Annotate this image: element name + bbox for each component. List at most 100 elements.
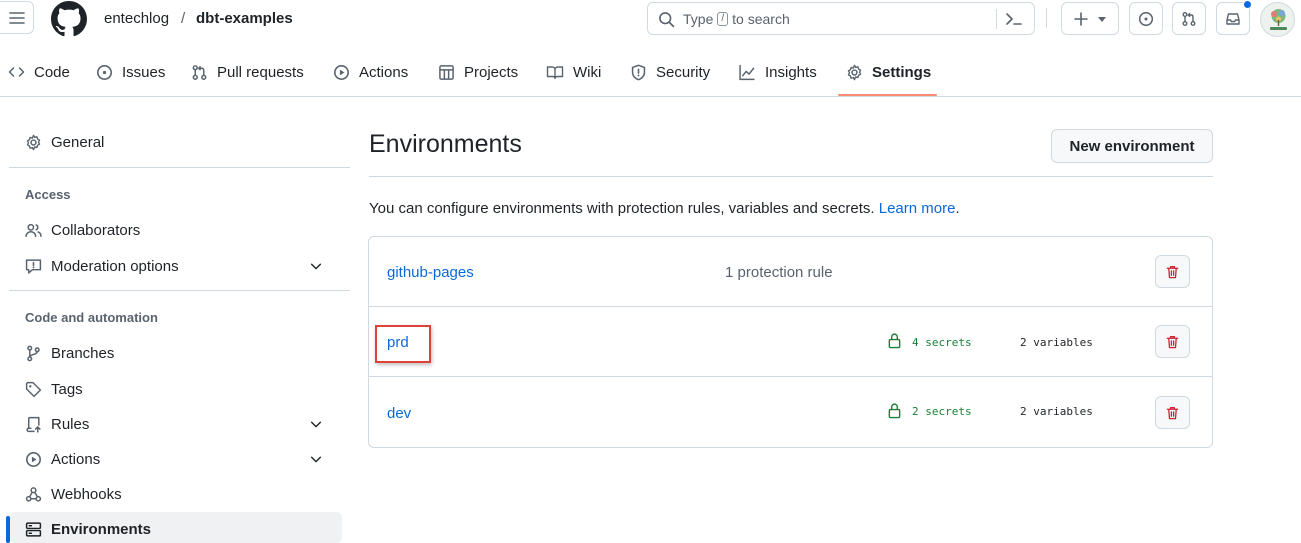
chevron-down-icon[interactable] [309, 259, 332, 273]
sidebar-item-webhooks[interactable]: Webhooks [25, 479, 342, 509]
avatar[interactable] [1260, 2, 1295, 37]
your-issues-button[interactable] [1129, 2, 1163, 35]
new-environment-button[interactable]: New environment [1051, 129, 1213, 163]
tab-insights-label: Insights [765, 63, 817, 81]
sidebar-item-collaborators[interactable]: Collaborators [25, 215, 342, 245]
trash-icon [1165, 334, 1180, 350]
lock-icon [887, 402, 902, 419]
delete-environment-button[interactable] [1155, 325, 1190, 358]
breadcrumb-owner[interactable]: entechlog [104, 10, 169, 27]
list-item: github-pages 1 protection rule [369, 237, 1212, 307]
menu-button[interactable] [0, 1, 34, 34]
description-period: . [955, 200, 960, 217]
sidebar-item-environments[interactable]: Environments [25, 514, 342, 543]
delete-environment-button[interactable] [1155, 255, 1190, 288]
graph-icon [738, 64, 765, 81]
table-icon [438, 64, 464, 81]
secrets-count: 2 secrets [912, 405, 972, 418]
notification-indicator [1243, 0, 1252, 9]
issue-icon [96, 64, 122, 81]
chevron-down-icon[interactable] [309, 452, 332, 466]
hamburger-icon [8, 10, 25, 26]
trash-icon [1165, 264, 1180, 280]
environment-name-link[interactable]: dev [387, 405, 411, 422]
trash-icon [1165, 405, 1180, 421]
code-icon [8, 64, 34, 80]
sidebar-active-indicator [6, 516, 10, 543]
sidebar-item-tags[interactable]: Tags [25, 374, 342, 404]
tab-settings-label: Settings [872, 63, 932, 81]
selected-tab-indicator [838, 94, 937, 96]
tab-code-label: Code [34, 63, 70, 81]
search-shortcut-key: / [717, 12, 729, 26]
sidebar-item-actions[interactable]: Actions [25, 444, 342, 474]
search-divider [996, 9, 997, 29]
github-logo-icon[interactable] [51, 1, 87, 37]
protection-rule-count: 1 protection rule [725, 264, 833, 281]
sidebar-item-branches-label: Branches [51, 344, 115, 362]
triangle-down-icon [1097, 14, 1107, 24]
sidebar-item-webhooks-label: Webhooks [51, 485, 122, 503]
branch-icon [25, 345, 51, 362]
sidebar-item-moderation-options[interactable]: Moderation options [25, 251, 342, 281]
search-input[interactable]: Type / to search [647, 2, 1035, 35]
sidebar-item-collaborators-label: Collaborators [51, 221, 141, 239]
sidebar-item-actions-label: Actions [51, 450, 101, 468]
report-icon [25, 258, 51, 275]
header-divider [1046, 8, 1047, 28]
create-new-button[interactable] [1061, 2, 1119, 35]
search-icon [658, 11, 675, 28]
sidebar-item-moderation-label: Moderation options [51, 257, 179, 275]
gear-icon [846, 64, 872, 81]
sidebar-item-environments-label: Environments [51, 520, 152, 538]
learn-more-link[interactable]: Learn more [879, 200, 956, 217]
environment-name-link[interactable]: github-pages [387, 264, 474, 281]
tab-issues-label: Issues [122, 63, 166, 81]
breadcrumb-separator: / [181, 10, 186, 27]
tab-settings[interactable]: Settings [846, 48, 931, 96]
tab-security[interactable]: Security [630, 48, 710, 96]
sidebar-item-general[interactable]: General [25, 127, 342, 157]
page-description: You can configure environments with prot… [369, 200, 960, 217]
server-icon [25, 521, 51, 538]
tab-pull-requests[interactable]: Pull requests [191, 48, 304, 96]
tab-wiki[interactable]: Wiki [546, 48, 601, 96]
repo-push-icon [25, 416, 51, 433]
command-palette-icon[interactable] [1005, 11, 1023, 27]
tab-wiki-label: Wiki [573, 63, 602, 81]
sidebar-divider [9, 290, 350, 291]
variables-count: 2 variables [1020, 405, 1093, 418]
variables-count: 2 variables [1020, 336, 1093, 349]
tab-issues[interactable]: Issues [96, 48, 165, 96]
inbox-icon [1225, 11, 1241, 27]
tab-projects-label: Projects [464, 63, 519, 81]
webhook-icon [25, 486, 51, 503]
pull-request-icon [191, 64, 217, 81]
your-pull-requests-button[interactable] [1172, 2, 1206, 35]
plus-icon [1073, 11, 1089, 27]
issue-icon [1138, 11, 1154, 27]
shield-icon [630, 64, 656, 81]
sidebar-item-general-label: General [51, 133, 105, 151]
tab-actions[interactable]: Actions [333, 48, 408, 96]
sidebar-divider [9, 167, 350, 168]
sidebar-item-rules-label: Rules [51, 415, 90, 433]
chevron-down-icon[interactable] [309, 417, 332, 431]
lock-icon [887, 332, 902, 349]
book-icon [546, 64, 573, 81]
page-title: Environments [369, 130, 522, 158]
description-text: You can configure environments with prot… [369, 200, 875, 217]
search-placeholder-prefix: Type [683, 11, 714, 27]
tab-projects[interactable]: Projects [438, 48, 518, 96]
annotation-highlight-box [375, 325, 431, 363]
repository-nav: Code Issues Pull requests Actions Projec… [0, 48, 1301, 97]
tab-code[interactable]: Code [8, 48, 70, 96]
delete-environment-button[interactable] [1155, 396, 1190, 429]
search-placeholder: Type / to search [683, 11, 790, 27]
sidebar-item-rules[interactable]: Rules [25, 409, 342, 439]
breadcrumb-repo[interactable]: dbt-examples [196, 10, 293, 27]
tab-insights[interactable]: Insights [738, 48, 817, 96]
sidebar-item-branches[interactable]: Branches [25, 338, 342, 368]
secrets-count: 4 secrets [912, 336, 972, 349]
people-icon [25, 222, 51, 239]
